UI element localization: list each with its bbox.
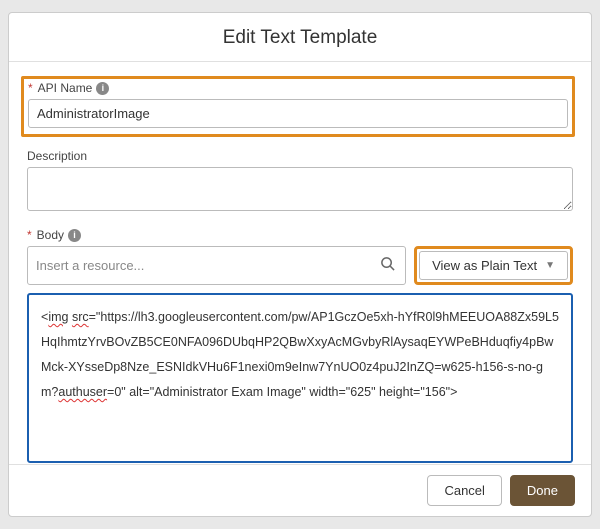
body-controls-row: View as Plain Text ▼: [27, 246, 573, 285]
view-button-label: View as Plain Text: [432, 258, 537, 273]
search-icon[interactable]: [370, 256, 405, 276]
required-asterisk: *: [28, 81, 33, 95]
api-name-label: * API Name i: [28, 81, 568, 95]
modal-body: * API Name i Description * Body i: [9, 62, 591, 464]
done-button[interactable]: Done: [510, 475, 575, 506]
description-label-text: Description: [27, 149, 87, 163]
cancel-button[interactable]: Cancel: [427, 475, 501, 506]
view-as-plain-text-highlight: View as Plain Text ▼: [414, 246, 573, 285]
info-icon[interactable]: i: [96, 82, 109, 95]
api-name-field-group: * API Name i: [21, 76, 575, 137]
body-label: * Body i: [27, 228, 573, 242]
body-label-text: Body: [37, 228, 64, 242]
resource-input-wrap: [27, 246, 406, 285]
chevron-down-icon: ▼: [545, 260, 555, 271]
description-label: Description: [27, 149, 573, 163]
required-asterisk: *: [27, 228, 32, 242]
api-name-input[interactable]: [28, 99, 568, 128]
api-name-label-text: API Name: [38, 81, 93, 95]
body-field-group: * Body i View as Plain Text: [27, 228, 573, 463]
resource-input[interactable]: [28, 250, 370, 281]
edit-text-template-modal: Edit Text Template * API Name i Descript…: [8, 12, 592, 517]
description-field-group: Description: [27, 149, 573, 216]
view-as-plain-text-button[interactable]: View as Plain Text ▼: [419, 251, 568, 280]
modal-footer: Cancel Done: [9, 464, 591, 516]
modal-title: Edit Text Template: [9, 13, 591, 62]
description-input[interactable]: [27, 167, 573, 211]
body-editor[interactable]: <img src="https://lh3.googleusercontent.…: [27, 293, 573, 463]
info-icon[interactable]: i: [68, 229, 81, 242]
